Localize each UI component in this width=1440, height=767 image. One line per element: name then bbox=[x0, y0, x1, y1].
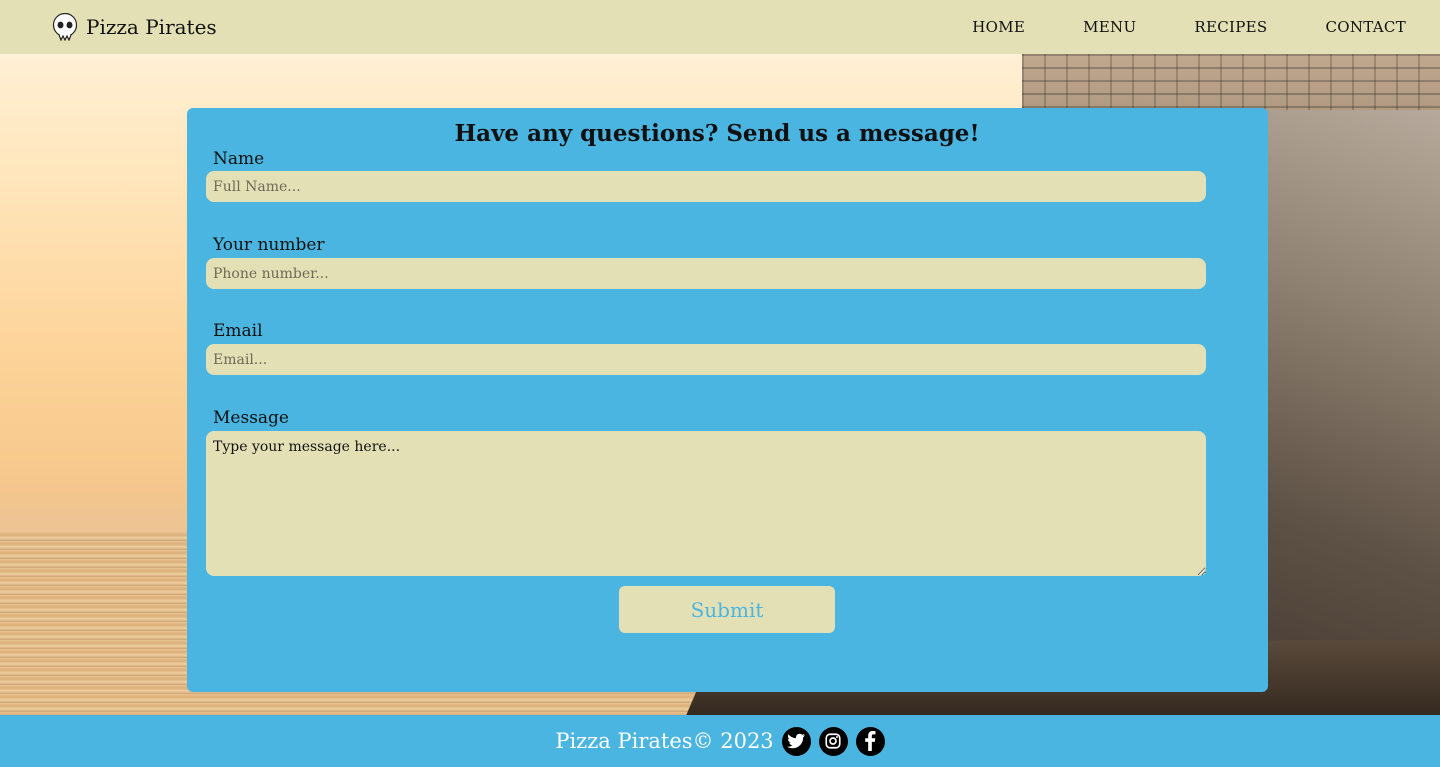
message-label: Message bbox=[213, 408, 289, 428]
nav-contact[interactable]: CONTACT bbox=[1326, 18, 1407, 36]
submit-button[interactable]: Submit bbox=[619, 586, 835, 633]
email-input[interactable] bbox=[206, 344, 1206, 375]
twitter-icon[interactable] bbox=[781, 726, 811, 756]
nav-menu[interactable]: MENU bbox=[1083, 18, 1136, 36]
brand-name: Pizza Pirates bbox=[86, 15, 217, 39]
nav-home[interactable]: HOME bbox=[972, 18, 1025, 36]
nav-recipes[interactable]: RECIPES bbox=[1194, 18, 1267, 36]
form-title: Have any questions? Send us a message! bbox=[454, 120, 980, 147]
footer-copyright: Pizza Pirates© 2023 bbox=[555, 729, 774, 753]
contact-form-card: Have any questions? Send us a message! N… bbox=[187, 108, 1268, 692]
skull-icon bbox=[52, 13, 78, 41]
phone-label: Your number bbox=[213, 235, 325, 255]
main-nav: HOME MENU RECIPES CONTACT bbox=[972, 18, 1406, 36]
message-textarea[interactable] bbox=[206, 431, 1206, 576]
name-input[interactable] bbox=[206, 171, 1206, 202]
name-label: Name bbox=[213, 149, 265, 169]
instagram-icon[interactable] bbox=[818, 726, 848, 756]
facebook-icon[interactable] bbox=[855, 726, 885, 756]
site-header: Pizza Pirates HOME MENU RECIPES CONTACT bbox=[0, 0, 1440, 54]
brand[interactable]: Pizza Pirates bbox=[52, 13, 217, 41]
email-label: Email bbox=[213, 321, 263, 341]
site-footer: Pizza Pirates© 2023 bbox=[0, 715, 1440, 767]
phone-input[interactable] bbox=[206, 258, 1206, 289]
